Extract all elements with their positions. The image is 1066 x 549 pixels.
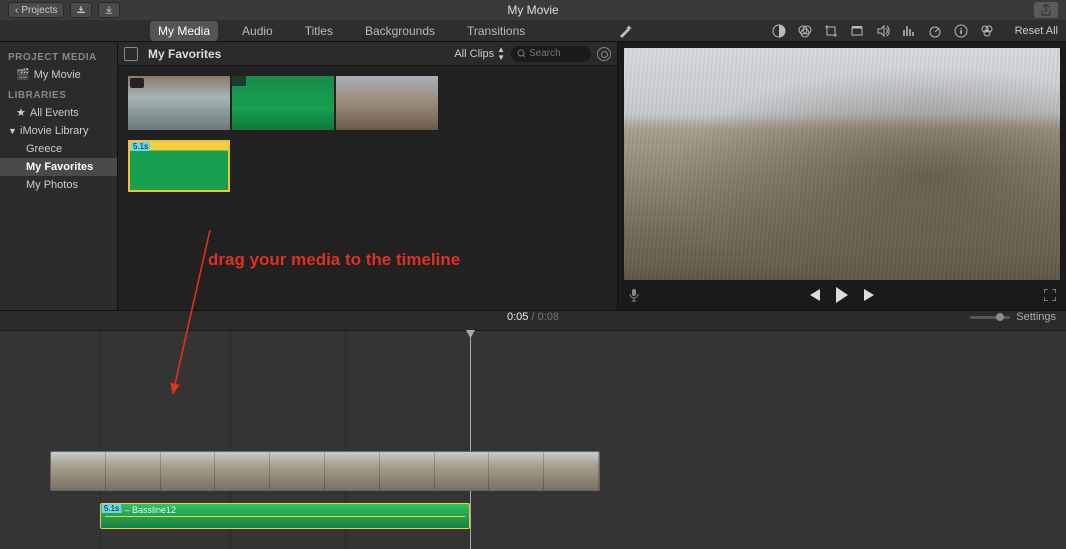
titlebar: ‹Projects My Movie xyxy=(0,0,1066,20)
tab-backgrounds[interactable]: Backgrounds xyxy=(357,21,443,41)
window-title: My Movie xyxy=(507,3,558,17)
import-button[interactable] xyxy=(70,2,92,18)
tab-titles[interactable]: Titles xyxy=(297,21,341,41)
info-icon[interactable] xyxy=(953,23,969,39)
preview-controls xyxy=(618,280,1066,310)
timeline-header: 0:05 / 0:08 Settings xyxy=(0,311,1066,331)
import-icon xyxy=(77,5,85,15)
timeline-body[interactable]: 5.1s 5.1s – Bassline12 xyxy=(0,331,1066,549)
sidebar-header-project: PROJECT MEDIA xyxy=(0,46,117,65)
browser-header: My Favorites All Clips ▲▼ Search xyxy=(118,42,617,66)
sidebar-item-library[interactable]: ▼ iMovie Library xyxy=(0,122,117,140)
audio-clip[interactable]: 5.1s 5.1s – Bassline12 xyxy=(100,503,470,529)
download-button[interactable] xyxy=(98,2,120,18)
sidebar: PROJECT MEDIA 🎬 My Movie LIBRARIES ★ All… xyxy=(0,42,118,310)
clip-thumbnails-row xyxy=(118,66,617,134)
annotation-text: drag your media to the timeline xyxy=(208,250,460,270)
browser-title: My Favorites xyxy=(148,47,221,61)
search-field[interactable]: Search xyxy=(511,46,591,62)
speed-icon[interactable] xyxy=(927,23,943,39)
clip-thumbnail[interactable] xyxy=(232,76,334,130)
sidebar-item-project[interactable]: 🎬 My Movie xyxy=(0,65,117,84)
sidebar-item-all-events[interactable]: ★ All Events xyxy=(0,103,117,122)
clapper-icon: 🎬 xyxy=(16,68,30,81)
preview-panel xyxy=(618,42,1066,310)
crop-icon[interactable] xyxy=(823,23,839,39)
clip-thumbnail[interactable] xyxy=(336,76,438,130)
timeline-area: 0:05 / 0:08 Settings 5.1s 5.1s – Basslin… xyxy=(0,310,1066,548)
timeline-time-display: 0:05 / 0:08 xyxy=(507,311,559,323)
video-audio-waveform xyxy=(51,490,599,491)
adjustment-toolbar: Reset All xyxy=(771,23,1058,39)
video-track xyxy=(50,451,600,497)
clip-duration-tag: 5.1s xyxy=(131,142,150,151)
updown-icon: ▲▼ xyxy=(497,46,505,62)
search-icon xyxy=(517,49,526,58)
volume-icon[interactable] xyxy=(875,23,891,39)
stabilization-icon[interactable] xyxy=(849,23,865,39)
play-button[interactable] xyxy=(835,287,849,303)
star-icon: ★ xyxy=(16,106,26,119)
tab-audio[interactable]: Audio xyxy=(234,21,281,41)
sidebar-event-greece[interactable]: Greece xyxy=(0,140,117,158)
share-button[interactable] xyxy=(1034,2,1058,18)
preview-viewport[interactable] xyxy=(624,48,1060,280)
timeline-settings-button[interactable]: Settings xyxy=(1016,311,1056,323)
disclosure-triangle-icon[interactable]: ▼ xyxy=(8,126,16,136)
share-icon xyxy=(1041,4,1051,16)
audio-waveform xyxy=(105,516,465,517)
enhance-wand-button[interactable] xyxy=(617,23,633,39)
audio-clip-label: 5.1s – Bassline12 xyxy=(101,504,469,516)
fullscreen-icon xyxy=(1044,289,1056,301)
timeline-zoom-slider[interactable] xyxy=(970,316,1010,319)
selected-audio-clip[interactable]: 5.1s xyxy=(128,140,230,192)
clips-filter-dropdown[interactable]: All Clips ▲▼ xyxy=(454,46,505,62)
prev-button[interactable] xyxy=(807,289,821,301)
filter-icon[interactable] xyxy=(979,23,995,39)
tab-row: My Media Audio Titles Backgrounds Transi… xyxy=(0,20,1066,42)
appearance-button[interactable] xyxy=(597,47,611,61)
tab-transitions[interactable]: Transitions xyxy=(459,21,533,41)
color-correction-icon[interactable] xyxy=(797,23,813,39)
back-to-projects-button[interactable]: ‹Projects xyxy=(8,2,64,18)
media-browser: My Favorites All Clips ▲▼ Search 5.1s d xyxy=(118,42,618,310)
color-balance-icon[interactable] xyxy=(771,23,787,39)
tab-my-media[interactable]: My Media xyxy=(150,21,218,41)
search-placeholder: Search xyxy=(529,48,561,59)
video-clip[interactable] xyxy=(50,451,600,491)
playhead[interactable] xyxy=(470,331,471,549)
reset-all-button[interactable]: Reset All xyxy=(1015,25,1058,37)
sidebar-header-libraries: LIBRARIES xyxy=(0,84,117,103)
mic-icon xyxy=(628,288,640,302)
sidebar-event-photos[interactable]: My Photos xyxy=(0,176,117,194)
voiceover-button[interactable] xyxy=(628,288,640,302)
tabs: My Media Audio Titles Backgrounds Transi… xyxy=(150,21,533,41)
list-toggle-button[interactable] xyxy=(124,47,138,61)
download-icon xyxy=(105,5,113,15)
fullscreen-button[interactable] xyxy=(1044,289,1056,301)
clip-thumbnail[interactable] xyxy=(128,76,230,130)
sidebar-event-favorites[interactable]: My Favorites xyxy=(0,158,117,176)
next-button[interactable] xyxy=(863,289,877,301)
audio-clip-tag: 5.1s xyxy=(102,504,121,513)
noise-reduction-icon[interactable] xyxy=(901,23,917,39)
